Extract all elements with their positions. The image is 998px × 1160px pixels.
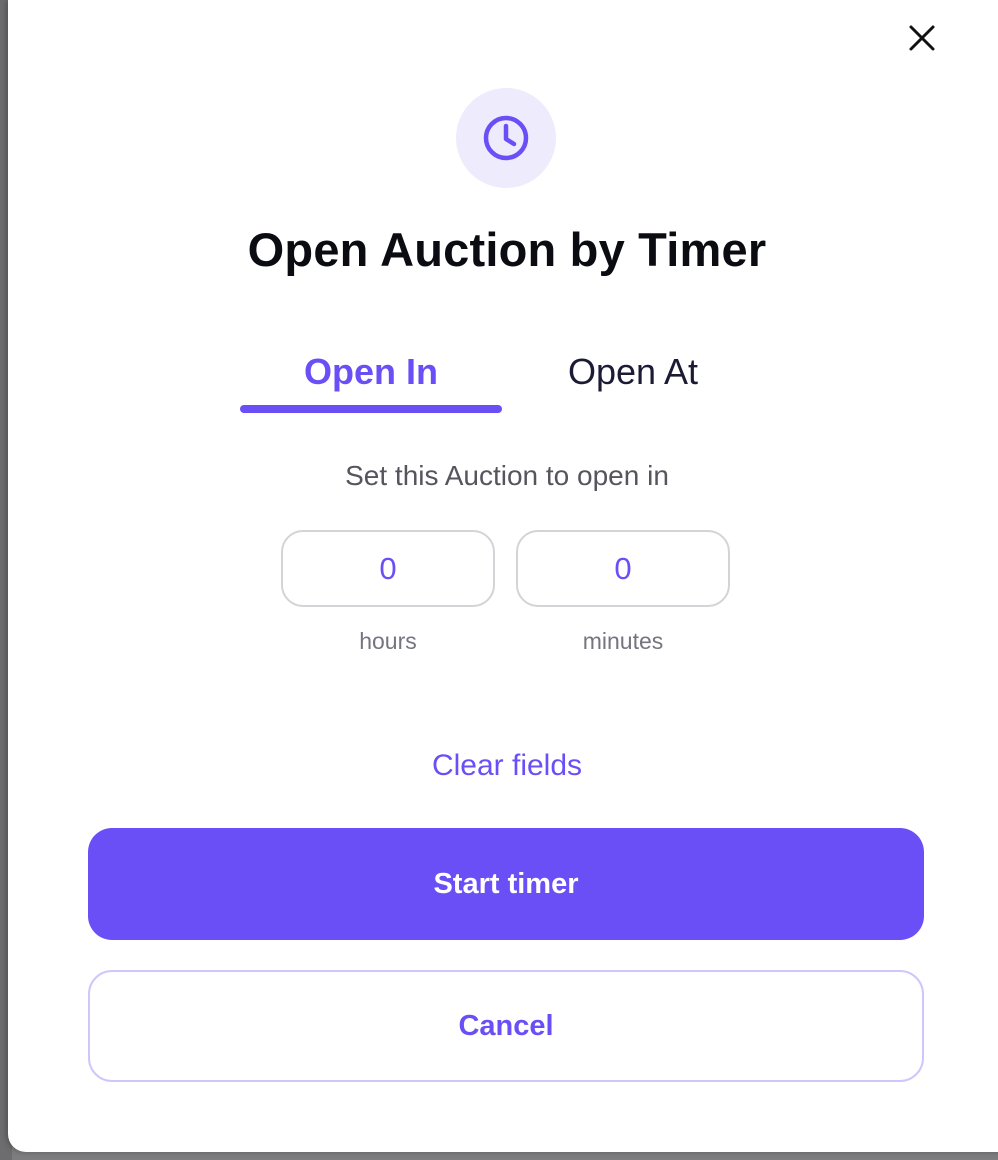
hours-input[interactable] [281, 530, 495, 607]
tab-open-at[interactable]: Open At [502, 345, 764, 413]
dialog-title: Open Auction by Timer [247, 223, 767, 276]
start-timer-button[interactable]: Start timer [88, 828, 924, 940]
minutes-label: minutes [582, 628, 664, 654]
timer-instruction: Set this Auction to open in [345, 460, 669, 491]
close-icon [909, 25, 935, 51]
timer-mode-tabs: Open In Open At [240, 345, 770, 415]
cancel-button[interactable]: Cancel [88, 970, 924, 1082]
minutes-input[interactable] [516, 530, 730, 607]
clock-icon [483, 115, 529, 161]
clock-icon-badge [456, 88, 556, 188]
open-auction-timer-dialog: Open Auction by Timer Open In Open At Se… [8, 0, 998, 1152]
clear-fields-link[interactable]: Clear fields [8, 749, 998, 783]
hours-label: hours [359, 628, 417, 654]
tab-open-in[interactable]: Open In [240, 345, 502, 413]
close-button[interactable] [902, 18, 942, 58]
